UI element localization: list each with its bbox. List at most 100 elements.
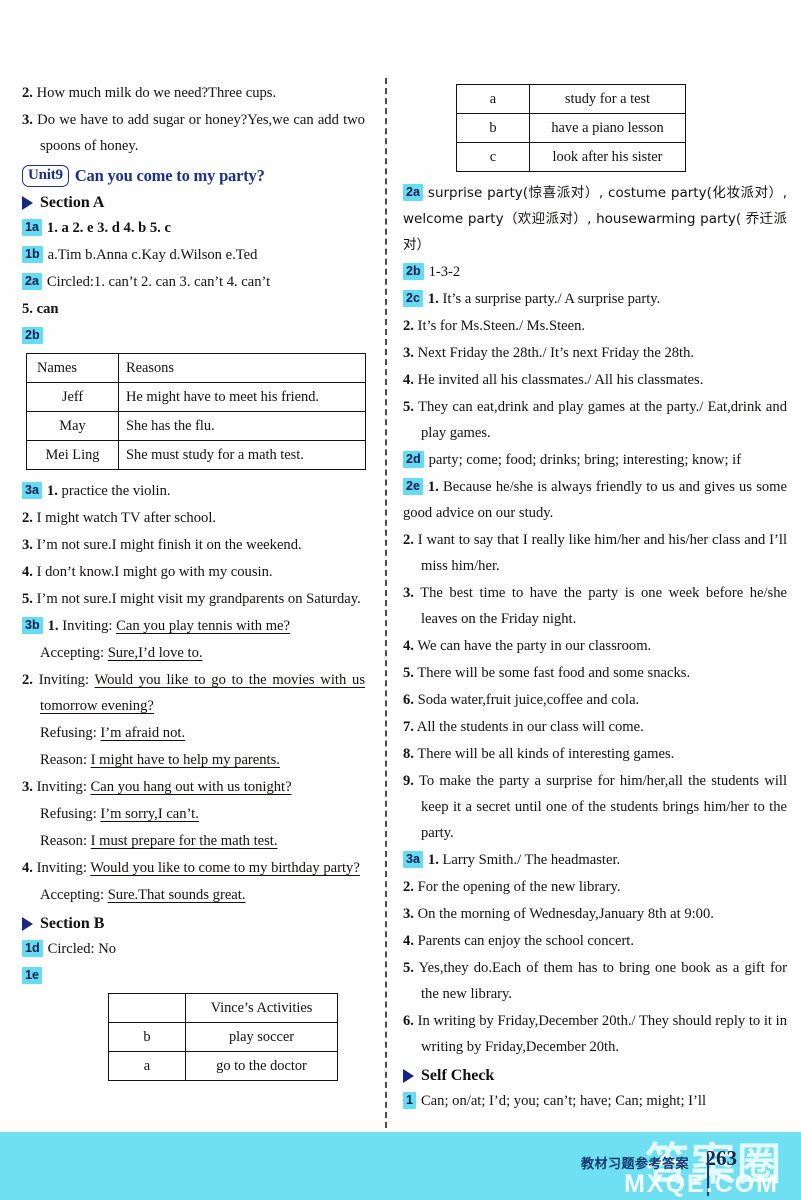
exercise-3b-item: 3. Inviting: Can you hang out with us to… xyxy=(22,774,365,800)
item-text: On the morning of Wednesday,January 8th … xyxy=(417,906,714,922)
triangle-bullet-icon xyxy=(22,917,33,931)
exercise-3b-subline: Accepting: Sure.That sounds great. xyxy=(22,882,365,908)
answer-text: Would you like to come to my birthday pa… xyxy=(90,860,360,876)
item-number: 3. xyxy=(22,779,33,795)
exercise-2b: 2b xyxy=(22,323,365,349)
item-text: There will be all kinds of interesting g… xyxy=(417,746,675,762)
exercise-2d-right: 2d party; come; food; drinks; bring; inte… xyxy=(403,447,787,473)
exercise-answers-line2: 5. can xyxy=(22,301,59,317)
exercise-badge: 1a xyxy=(22,219,42,236)
table-header-cell: Reasons xyxy=(118,353,366,383)
exercise-3b-item: 2. Inviting: Would you like to go to the… xyxy=(22,667,365,719)
exercise-3a-item-right: 5. Yes,they do.Each of them has to bring… xyxy=(403,955,787,1007)
prompt-label: Inviting: xyxy=(62,618,117,634)
item-number: 6. xyxy=(403,692,414,708)
item-number: 3. xyxy=(403,345,414,361)
table-1e-continued: a study for a test b have a piano lesson… xyxy=(456,84,686,172)
exercise-badge: 2b xyxy=(22,327,43,344)
exercise-2c-item: 2. It’s for Ms.Steen./ Ms.Steen. xyxy=(403,313,787,339)
exercise-answers: 1. a 2. e 3. d 4. b 5. c xyxy=(46,220,171,236)
unit-badge: Unit9 xyxy=(22,165,69,187)
exercise-3b-subline: Reason: I must prepare for the math test… xyxy=(22,828,365,854)
exercise-1a: 1a 1. a 2. e 3. d 4. b 5. c xyxy=(22,215,365,241)
section-heading-b: Section B xyxy=(22,915,365,933)
carryover-item: 3. Do we have to add sugar or honey?Yes,… xyxy=(22,107,365,159)
item-number: 6. xyxy=(403,1013,414,1029)
table-row: Mei Ling She must study for a math test. xyxy=(26,440,366,470)
table-cell: She has the flu. xyxy=(118,411,366,441)
exercise-2e-item: 2. I want to say that I really like him/… xyxy=(403,527,787,579)
exercise-2e-item: 7. All the students in our class will co… xyxy=(403,714,787,740)
table-row: b play soccer xyxy=(108,1022,338,1052)
table-row: Names Reasons xyxy=(26,353,366,383)
exercise-2a: 2a Circled:1. can’t 2. can 3. can’t 4. ca… xyxy=(22,269,365,295)
item-number: 1. xyxy=(427,852,439,868)
item-number: 1. xyxy=(427,291,439,307)
section-heading-self-check: Self Check xyxy=(403,1067,787,1085)
table-cell: c xyxy=(456,142,530,172)
section-heading-a: Section A xyxy=(22,194,365,212)
exercise-badge: 1e xyxy=(22,967,42,984)
exercise-answers: party; come; food; drinks; bring; intere… xyxy=(428,452,742,468)
item-text: Do we have to add sugar or honey?Yes,we … xyxy=(37,112,365,154)
item-text: Yes,they do.Each of them has to bring on… xyxy=(418,960,787,1002)
table-cell: have a piano lesson xyxy=(529,113,686,143)
item-text: There will be some fast food and some sn… xyxy=(417,665,691,681)
unit-heading: Unit9 Can you come to my party? xyxy=(22,165,365,187)
table-cell: b xyxy=(456,113,530,143)
exercise-2e-item: 3. The best time to have the party is on… xyxy=(403,580,787,632)
table-cell: She must study for a math test. xyxy=(118,440,366,470)
table-row: Jeff He might have to meet his friend. xyxy=(26,382,366,412)
exercise-3b-subline: Refusing: I’m afraid not. xyxy=(22,720,365,746)
item-number: 4. xyxy=(403,933,414,949)
item-text: I’m not sure.I might finish it on the we… xyxy=(36,537,302,553)
exercise-2e-item: 8. There will be all kinds of interestin… xyxy=(403,741,787,767)
item-number: 1. xyxy=(47,618,59,634)
item-number: 4. xyxy=(403,372,414,388)
item-text: They can eat,drink and play games at the… xyxy=(418,399,787,441)
answer-text: I might have to help my parents. xyxy=(90,752,280,768)
page-number: 263 xyxy=(705,1146,738,1170)
item-number: 5. xyxy=(22,591,33,607)
item-number: 3. xyxy=(403,585,414,601)
exercise-badge: 2c xyxy=(403,290,423,307)
item-number: 2. xyxy=(403,879,414,895)
table-row: May She has the flu. xyxy=(26,411,366,441)
item-text: The best time to have the party is one w… xyxy=(420,585,787,627)
exercise-2a-right: 2a surprise party(惊喜派对）, costume party(化妆… xyxy=(403,180,787,258)
item-text: For the opening of the new library. xyxy=(417,879,621,895)
exercise-3a-item: 5. I’m not sure.I might visit my grandpa… xyxy=(22,586,365,612)
item-text: It’s a surprise party./ A surprise party… xyxy=(442,291,661,307)
exercise-badge: 3b xyxy=(22,617,43,634)
exercise-2e-item: 5. There will be some fast food and some… xyxy=(403,660,787,686)
exercise-badge: 2b xyxy=(403,263,424,280)
exercise-badge: 2e xyxy=(403,478,423,495)
table-header-cell: Vince’s Activities xyxy=(185,993,338,1023)
item-number: 2. xyxy=(403,318,414,334)
exercise-answers: 1-3-2 xyxy=(428,264,461,280)
exercise-3a-item: 3. I’m not sure.I might finish it on the… xyxy=(22,532,365,558)
table-row: c look after his sister xyxy=(456,142,686,172)
exercise-3b-subline: Accepting: Sure,I’d love to. xyxy=(22,640,365,666)
exercise-answers: Circled:1. can’t 2. can 3. can’t 4. can’… xyxy=(46,274,271,290)
exercise-2e-item: 6. Soda water,fruit juice,coffee and col… xyxy=(403,687,787,713)
prompt-label: Inviting: xyxy=(38,672,95,688)
item-number: 2. xyxy=(22,510,33,526)
item-text: I don’t know.I might go with my cousin. xyxy=(36,564,273,580)
exercise-badge: 2a xyxy=(403,184,423,201)
exercise-3a-item-right: 4. Parents can enjoy the school concert. xyxy=(403,928,787,954)
item-number: 7. xyxy=(403,719,414,735)
prompt-label: Reason: xyxy=(40,833,91,849)
prompt-label: Refusing: xyxy=(40,725,101,741)
table-cell: Jeff xyxy=(26,382,119,412)
item-number: 9. xyxy=(403,773,414,789)
exercise-1d: 1d Circled: No xyxy=(22,936,365,962)
item-text: He invited all his classmates./ All his … xyxy=(417,372,704,388)
exercise-1-self-check: 1 Can; on/at; I’d; you; can’t; have; Can;… xyxy=(403,1088,787,1114)
item-number: 8. xyxy=(403,746,414,762)
table-cell: look after his sister xyxy=(529,142,686,172)
item-number: 2. xyxy=(403,532,414,548)
table-header-cell: Names xyxy=(26,353,119,383)
exercise-3a-item: 2. I might watch TV after school. xyxy=(22,505,365,531)
two-column-body: 2. How much milk do we need?Three cups. … xyxy=(0,0,801,1132)
